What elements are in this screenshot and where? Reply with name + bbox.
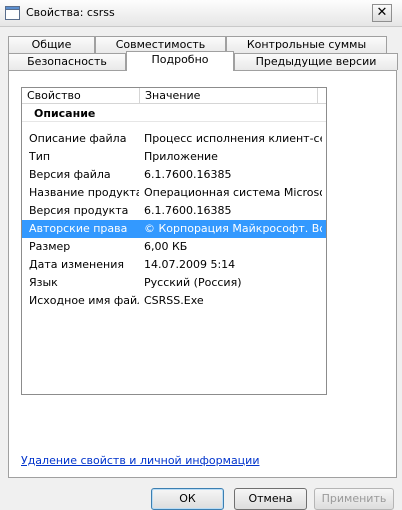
list-item[interactable]: Дата изменения 14.07.2009 5:14 (22, 256, 326, 274)
close-button[interactable]: ✕ (372, 4, 392, 22)
property-name: Дата изменения (29, 258, 124, 271)
property-value: 6.1.7600.16385 (144, 204, 232, 217)
list-item[interactable]: Тип Приложение (22, 148, 326, 166)
property-name: Язык (29, 276, 58, 289)
list-item[interactable]: Название продукта Операционная система M… (22, 184, 326, 202)
property-value: Операционная система Microso... (144, 186, 322, 199)
title-bar: Свойства: csrss ✕ (0, 0, 402, 27)
property-value: Процесс исполнения клиент-се... (144, 132, 322, 145)
group-header-description: Описание (22, 106, 326, 122)
group-label: Описание (34, 107, 96, 120)
property-value: © Корпорация Майкрософт. Вс... (144, 222, 322, 235)
remove-properties-link[interactable]: Удаление свойств и личной информации (21, 454, 259, 467)
property-name: Авторские права (29, 222, 128, 235)
list-item[interactable]: Размер 6,00 КБ (22, 238, 326, 256)
details-panel: Свойство Значение Описание Описание файл… (8, 70, 397, 478)
tab-previous-versions[interactable]: Предыдущие версии (234, 53, 398, 70)
properties-list[interactable]: Свойство Значение Описание Описание файл… (21, 87, 327, 395)
property-value: 6.1.7600.16385 (144, 168, 232, 181)
list-item-selected[interactable]: Авторские права © Корпорация Майкрософт.… (22, 220, 326, 238)
list-item[interactable]: Исходное имя файла CSRSS.Exe (22, 292, 326, 310)
property-name: Исходное имя файла (29, 294, 139, 307)
property-value: Русский (Россия) (144, 276, 242, 289)
list-item[interactable]: Описание файла Процесс исполнения клиент… (22, 130, 326, 148)
property-name: Размер (29, 240, 71, 253)
property-name: Описание файла (29, 132, 127, 145)
property-name: Тип (29, 150, 51, 163)
window-app-icon (5, 6, 20, 20)
tab-details[interactable]: Подробно (126, 51, 234, 71)
close-icon: ✕ (376, 5, 388, 20)
list-item[interactable]: Язык Русский (Россия) (22, 274, 326, 292)
cancel-button[interactable]: Отмена (234, 488, 307, 510)
list-item[interactable]: Версия продукта 6.1.7600.16385 (22, 202, 326, 220)
tab-security[interactable]: Безопасность (8, 53, 126, 70)
property-value: Приложение (144, 150, 218, 163)
property-name: Название продукта (29, 186, 139, 199)
window-title: Свойства: csrss (26, 6, 115, 19)
ok-button[interactable]: ОК (151, 488, 224, 510)
list-item[interactable]: Версия файла 6.1.7600.16385 (22, 166, 326, 184)
column-header-value[interactable]: Значение (140, 88, 318, 103)
property-value: 14.07.2009 5:14 (144, 258, 236, 271)
property-name: Версия файла (29, 168, 111, 181)
column-header-property[interactable]: Свойство (22, 88, 140, 103)
list-header: Свойство Значение (22, 88, 326, 104)
property-value: 6,00 КБ (144, 240, 188, 253)
apply-button[interactable]: Применить (314, 488, 394, 510)
property-name: Версия продукта (29, 204, 129, 217)
property-value: CSRSS.Exe (144, 294, 204, 307)
tab-general[interactable]: Общие (8, 36, 95, 53)
tab-checksums[interactable]: Контрольные суммы (226, 36, 387, 53)
